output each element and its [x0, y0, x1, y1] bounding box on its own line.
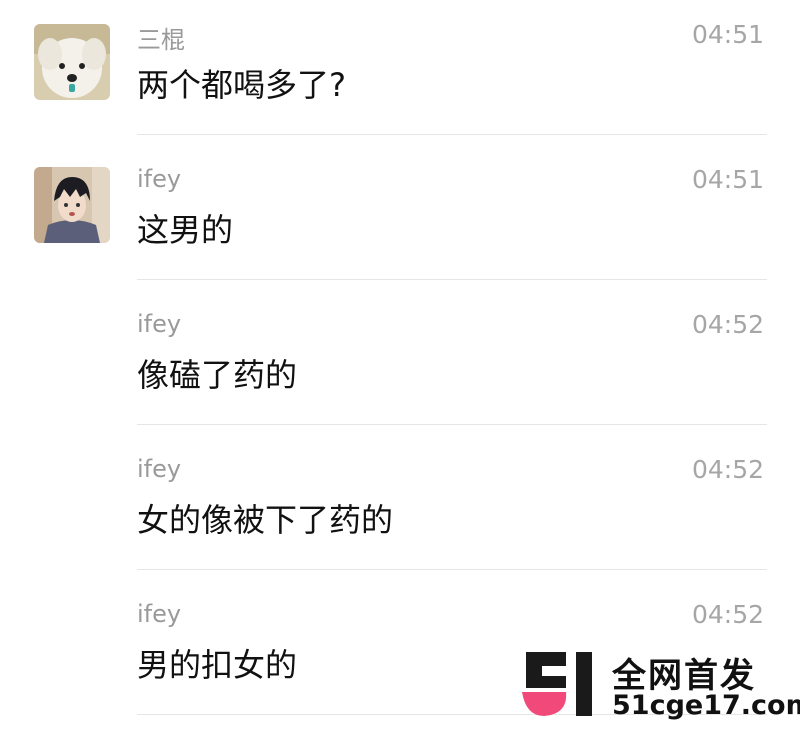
message-time: 04:51: [691, 20, 764, 49]
divider: [137, 134, 767, 135]
message-time: 04:51: [691, 165, 764, 194]
watermark-domain: 51cge17.com: [612, 690, 800, 721]
divider: [137, 424, 767, 425]
sender-name: ifey: [137, 600, 182, 628]
chat-message: ifey 04:52 像磕了药的: [0, 290, 800, 435]
message-text: 女的像被下了药的: [137, 501, 394, 539]
sender-name: ifey: [137, 310, 182, 338]
message-time: 04:52: [691, 600, 764, 629]
divider: [137, 569, 767, 570]
message-text: 两个都喝多了?: [137, 66, 346, 104]
sender-name: 三棍: [137, 26, 185, 54]
message-text: 像磕了药的: [137, 356, 298, 394]
message-text: 男的扣女的: [137, 646, 298, 684]
message-text: 这男的: [137, 211, 234, 249]
watermark: 全网首发 51cge17.com: [520, 648, 800, 723]
chat-message: ifey 04:51 这男的: [0, 145, 800, 290]
sender-name: ifey: [137, 455, 182, 483]
dog-avatar[interactable]: [34, 24, 110, 100]
message-time: 04:52: [691, 310, 764, 339]
message-time: 04:52: [691, 455, 764, 484]
brand-logo-icon: [520, 648, 600, 718]
divider: [137, 279, 767, 280]
chat-message: ifey 04:52 女的像被下了药的: [0, 435, 800, 580]
sender-name: ifey: [137, 165, 182, 193]
chat-message: 三棍 04:51 两个都喝多了?: [0, 0, 800, 145]
anime-boy-avatar[interactable]: [34, 167, 110, 243]
